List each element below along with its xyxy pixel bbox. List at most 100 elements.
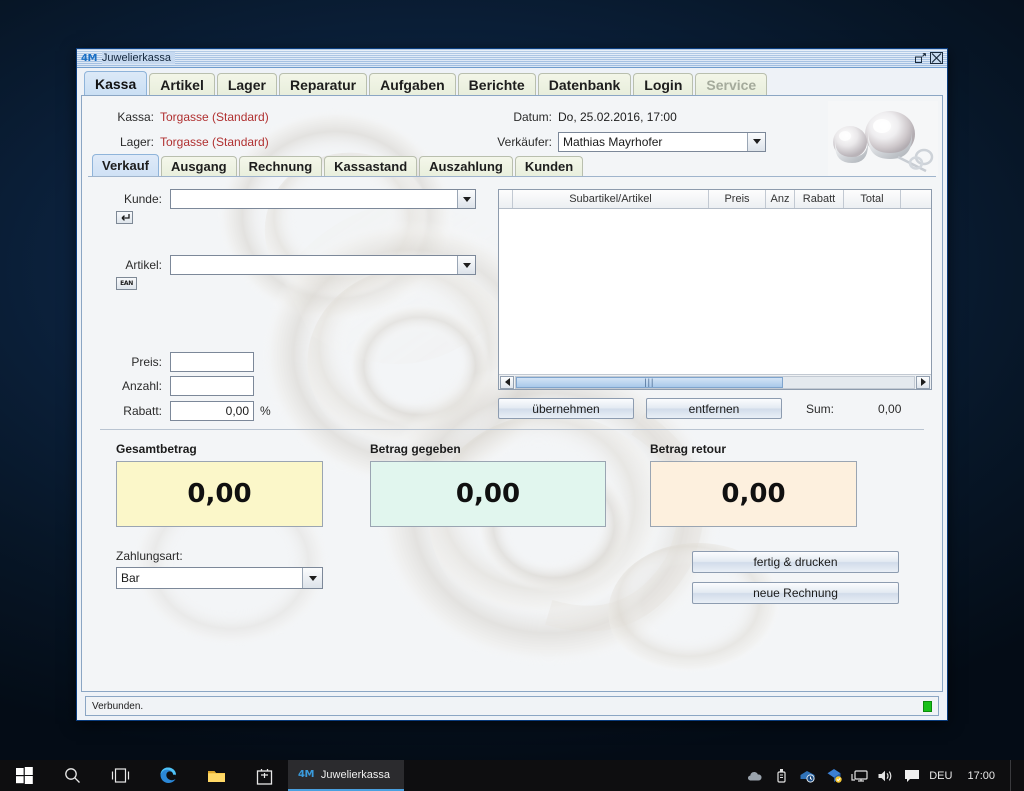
action-center-icon[interactable] <box>903 767 920 784</box>
subtab-label: Kunden <box>524 159 574 174</box>
language-indicator[interactable]: DEU <box>929 770 952 782</box>
col-header-total[interactable]: Total <box>844 190 901 208</box>
preis-label: Preis: <box>131 355 162 369</box>
scroll-left-icon[interactable] <box>500 375 514 389</box>
neue-rechnung-button[interactable]: neue Rechnung <box>692 582 899 604</box>
chevron-down-icon[interactable] <box>457 190 475 208</box>
kunde-enter-button[interactable] <box>116 211 133 224</box>
volume-icon[interactable] <box>877 767 894 784</box>
scroll-right-icon[interactable] <box>916 375 930 389</box>
taskbar-item-label: Juwelierkassa <box>320 768 391 781</box>
kunde-select[interactable] <box>170 189 476 209</box>
edge-icon[interactable] <box>144 760 192 791</box>
rabatt-label: Rabatt: <box>123 404 162 418</box>
col-header-rabatt[interactable]: Rabatt <box>795 190 844 208</box>
tab-label: Aufgaben <box>380 76 445 93</box>
subtab-ausgang[interactable]: Ausgang <box>160 156 237 176</box>
file-explorer-icon[interactable] <box>192 760 240 791</box>
artikel-ean-button[interactable]: EAN <box>116 277 137 290</box>
window-title: Juwelierkassa <box>101 52 176 64</box>
kunde-row: Kunde: <box>92 189 492 209</box>
amounts-section: Gesamtbetrag 0,00 Betrag gegeben 0,00 Be… <box>88 430 936 527</box>
start-icon[interactable] <box>0 760 48 791</box>
task-view-icon[interactable] <box>96 760 144 791</box>
tab-berichte[interactable]: Berichte <box>457 73 536 95</box>
subtab-verkauf[interactable]: Verkauf <box>92 154 159 176</box>
tab-aufgaben[interactable]: Aufgaben <box>369 73 456 95</box>
betrag-retour-value: 0,00 <box>650 461 857 527</box>
zahlungsart-select[interactable]: Bar <box>116 567 323 589</box>
network-icon[interactable] <box>851 767 868 784</box>
tab-artikel[interactable]: Artikel <box>149 73 215 95</box>
restore-icon[interactable] <box>914 52 927 65</box>
col-header-anz[interactable]: Anz <box>766 190 795 208</box>
anzahl-input[interactable] <box>170 376 254 396</box>
backup-icon[interactable] <box>799 767 816 784</box>
taskbar-clock[interactable]: 17:00 <box>961 770 995 782</box>
preis-input[interactable] <box>170 352 254 372</box>
store-icon[interactable] <box>240 760 288 791</box>
tab-reparatur[interactable]: Reparatur <box>278 73 368 95</box>
verkaeufer-selected-value: Mathias Mayrhofer <box>563 134 663 149</box>
verkaeufer-select[interactable]: Mathias Mayrhofer <box>558 131 766 152</box>
kassa-value: Torgasse (Standard) <box>160 109 269 124</box>
tab-login[interactable]: Login <box>633 73 694 95</box>
subtab-rechnung[interactable]: Rechnung <box>238 156 323 176</box>
artikel-label: Artikel: <box>125 258 162 272</box>
rabatt-input[interactable]: 0,00 <box>170 401 254 421</box>
tab-content-kassa: Kassa: Torgasse (Standard) Datum: Do, 25… <box>81 95 943 692</box>
betrag-retour-label: Betrag retour <box>650 442 727 456</box>
usb-eject-icon[interactable] <box>773 767 790 784</box>
hscroll-thumb[interactable]: ||| <box>516 376 783 388</box>
verkaeufer-field-wrap: Mathias Mayrhofer <box>558 131 766 152</box>
tab-kassa[interactable]: Kassa <box>84 71 148 95</box>
tab-label: Reparatur <box>289 76 357 93</box>
window-titlebar[interactable]: 4M Juwelierkassa <box>77 49 947 68</box>
rabatt-percent-suffix: % <box>260 404 271 418</box>
col-header-preis[interactable]: Preis <box>709 190 766 208</box>
anzahl-row: Anzahl: <box>92 376 492 396</box>
items-table-hscrollbar[interactable]: ||| <box>499 374 931 389</box>
subtab-kunden[interactable]: Kunden <box>514 156 584 176</box>
datum-value: Do, 25.02.2016, 17:00 <box>558 109 677 124</box>
artikel-select[interactable] <box>170 255 476 275</box>
sum-value: 0,00 <box>878 401 902 416</box>
dropbox-icon[interactable] <box>825 767 842 784</box>
entfernen-button[interactable]: entfernen <box>646 398 782 419</box>
subtab-label: Kassastand <box>334 159 408 174</box>
chevron-down-icon[interactable] <box>747 132 765 151</box>
hscroll-track[interactable]: ||| <box>515 375 915 389</box>
chevron-down-icon[interactable] <box>302 568 322 588</box>
col-header-subartikel[interactable]: Subartikel/Artikel <box>513 190 709 208</box>
zahlungsart-group: Zahlungsart: Bar <box>88 549 370 604</box>
main-tab-bar: Kassa Artikel Lager Reparatur Aufgaben B… <box>81 71 943 95</box>
tab-datenbank[interactable]: Datenbank <box>537 73 632 95</box>
close-icon[interactable] <box>930 52 943 65</box>
onedrive-icon[interactable] <box>747 767 764 784</box>
items-action-row: übernehmen entfernen Sum: 0,00 <box>498 398 932 419</box>
finish-buttons-group: fertig & drucken neue Rechnung <box>692 549 899 604</box>
anzahl-label: Anzahl: <box>121 379 162 393</box>
sale-entry-area: Kunde: Artikel: EAN Preis: Anzahl: Rabat… <box>88 177 936 421</box>
col-header-blank-right <box>901 190 931 208</box>
uebernehmen-button[interactable]: übernehmen <box>498 398 634 419</box>
tab-lager[interactable]: Lager <box>216 73 277 95</box>
col-header-blank-left <box>499 190 513 208</box>
zahlungsart-label: Zahlungsart: <box>116 549 183 563</box>
show-desktop-button[interactable] <box>1010 760 1016 791</box>
fertig-drucken-button[interactable]: fertig & drucken <box>692 551 899 573</box>
subtab-label: Rechnung <box>248 159 313 174</box>
betrag-gegeben-input[interactable]: 0,00 <box>370 461 606 527</box>
window-body: Kassa Artikel Lager Reparatur Aufgaben B… <box>77 68 947 720</box>
search-icon[interactable] <box>48 760 96 791</box>
gesamtbetrag-value: 0,00 <box>116 461 323 527</box>
items-table[interactable]: Subartikel/Artikel Preis Anz Rabatt Tota… <box>498 189 932 390</box>
titlebar-hatch-pattern <box>77 49 947 67</box>
taskbar-item-juwelierkassa[interactable]: 4M Juwelierkassa <box>288 760 405 791</box>
subtab-auszahlung[interactable]: Auszahlung <box>419 156 513 176</box>
betrag-gegeben-label: Betrag gegeben <box>370 442 461 456</box>
items-table-body[interactable] <box>499 209 931 374</box>
betrag-retour-group: Betrag retour 0,00 <box>650 442 857 527</box>
subtab-kassastand[interactable]: Kassastand <box>324 156 418 176</box>
chevron-down-icon[interactable] <box>457 256 475 274</box>
